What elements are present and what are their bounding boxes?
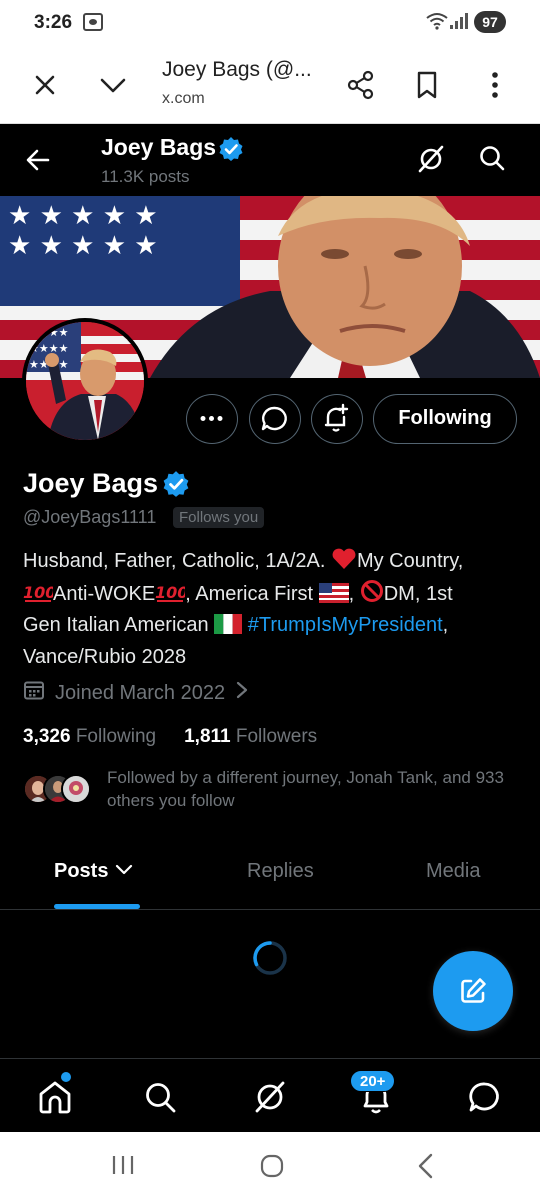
bio-text: Gen Italian American bbox=[23, 614, 215, 636]
tab-replies[interactable]: Replies bbox=[247, 860, 314, 883]
close-icon[interactable] bbox=[28, 68, 62, 102]
calendar-icon bbox=[23, 679, 45, 707]
browser-url[interactable]: x.com bbox=[162, 90, 205, 108]
notifications-badge: 20+ bbox=[350, 1070, 396, 1092]
screenshot-notification-icon bbox=[83, 13, 103, 31]
mail-icon[interactable] bbox=[465, 1077, 505, 1117]
bio-text: , bbox=[348, 582, 360, 605]
grok-icon[interactable] bbox=[414, 142, 448, 176]
followers-stat[interactable]: 1,811 Followers bbox=[184, 726, 317, 747]
profile-handle: @JoeyBags1111 bbox=[23, 507, 157, 527]
no-entry-icon bbox=[360, 579, 384, 612]
profile-header-bar: Joey Bags 11.3K posts bbox=[0, 124, 540, 196]
bio-text: My Country, bbox=[356, 550, 464, 572]
follower-avatar bbox=[61, 774, 91, 804]
chevron-down-icon bbox=[114, 860, 134, 882]
profile-name: Joey Bags bbox=[23, 468, 159, 498]
home-button-icon[interactable] bbox=[259, 1153, 285, 1179]
bookmark-icon[interactable] bbox=[410, 68, 444, 102]
active-tab-indicator bbox=[54, 904, 140, 909]
bio-text: , America First bbox=[185, 582, 319, 605]
header-name: Joey Bags bbox=[101, 134, 217, 160]
compose-icon bbox=[461, 978, 486, 1003]
followed-by[interactable]: Followed by a different journey, Jonah T… bbox=[23, 766, 523, 818]
tab-posts-label: Posts bbox=[54, 860, 109, 882]
following-label: Following bbox=[75, 726, 157, 747]
following-count: 3,326 bbox=[23, 726, 71, 747]
profile-bio: Husband, Father, Catholic, 1A/2A. My Cou… bbox=[23, 547, 523, 671]
more-options-button[interactable] bbox=[186, 394, 238, 444]
profile-tabs: Posts Replies Media bbox=[0, 838, 540, 910]
hundred-points-icon: 100 bbox=[155, 581, 189, 612]
status-bar: 3:26 97 bbox=[0, 0, 540, 46]
hundred-points-icon: 100 bbox=[23, 581, 56, 612]
browser-page-title: Joey Bags (@... bbox=[162, 58, 312, 81]
follows-you-badge: Follows you bbox=[173, 507, 265, 528]
tab-posts[interactable]: Posts bbox=[54, 860, 134, 883]
back-icon[interactable] bbox=[414, 1152, 438, 1180]
us-flag-icon bbox=[318, 582, 349, 612]
svg-text:★★★★: ★★★★ bbox=[29, 342, 69, 355]
svg-text:★ ★ ★ ★ ★: ★ ★ ★ ★ ★ bbox=[8, 201, 158, 231]
search-icon[interactable] bbox=[140, 1077, 180, 1117]
svg-text:★ ★ ★ ★ ★: ★ ★ ★ ★ ★ bbox=[8, 231, 158, 261]
message-button[interactable] bbox=[249, 394, 301, 444]
chevron-right-icon bbox=[235, 680, 249, 706]
home-icon[interactable] bbox=[35, 1077, 75, 1117]
bio-text: Vance/Rubio 2028 bbox=[23, 645, 187, 668]
message-icon bbox=[261, 406, 287, 431]
bio-hashtag-link[interactable]: #TrumpIsMyPresident bbox=[248, 614, 443, 636]
system-navigation-bar bbox=[0, 1132, 540, 1200]
status-time: 3:26 bbox=[34, 12, 73, 33]
notification-add-icon bbox=[324, 403, 349, 432]
joined-text: Joined March 2022 bbox=[55, 681, 226, 704]
bottom-navigation: 20+ bbox=[0, 1058, 540, 1132]
joined-date[interactable]: Joined March 2022 bbox=[23, 679, 249, 707]
followed-by-text: Followed by a different journey, Jonah T… bbox=[107, 768, 504, 810]
tab-media[interactable]: Media bbox=[426, 860, 480, 883]
more-vert-icon[interactable] bbox=[478, 68, 512, 102]
recent-apps-icon[interactable] bbox=[110, 1154, 136, 1176]
verified-icon bbox=[218, 136, 244, 162]
battery-indicator: 97 bbox=[474, 11, 506, 33]
notify-button[interactable] bbox=[311, 394, 363, 444]
italy-flag-icon bbox=[214, 614, 243, 643]
bio-text: Anti-WOKE bbox=[53, 582, 156, 605]
grok-icon[interactable] bbox=[250, 1077, 290, 1117]
follow-stats: 3,326 Following 1,811 Followers bbox=[23, 726, 317, 748]
loading-spinner-icon bbox=[252, 940, 288, 976]
search-icon[interactable] bbox=[476, 142, 508, 174]
unread-dot bbox=[61, 1072, 71, 1082]
bio-text: Husband, Father, Catholic, 1A/2A. bbox=[23, 550, 331, 572]
share-icon[interactable] bbox=[344, 68, 378, 102]
svg-text:100: 100 bbox=[155, 583, 185, 602]
bio-text: , bbox=[442, 614, 449, 636]
wifi-icon bbox=[426, 12, 448, 35]
followers-count: 1,811 bbox=[184, 726, 231, 747]
svg-text:100: 100 bbox=[23, 583, 53, 602]
signal-icon bbox=[450, 13, 468, 29]
verified-icon bbox=[162, 470, 190, 498]
chevron-down-icon[interactable] bbox=[96, 68, 130, 102]
back-arrow-icon[interactable] bbox=[22, 144, 54, 176]
following-button[interactable]: Following bbox=[373, 394, 517, 444]
compose-button[interactable] bbox=[433, 951, 513, 1031]
red-heart-icon bbox=[331, 548, 357, 579]
bio-text: DM, 1st bbox=[383, 582, 453, 605]
followers-label: Followers bbox=[235, 726, 318, 747]
posts-count: 11.3K posts bbox=[101, 167, 190, 186]
avatar[interactable]: ★★★★★★★★★★★★ bbox=[22, 318, 148, 444]
following-stat[interactable]: 3,326 Following bbox=[23, 726, 156, 747]
browser-toolbar: Joey Bags (@... x.com bbox=[0, 46, 540, 124]
